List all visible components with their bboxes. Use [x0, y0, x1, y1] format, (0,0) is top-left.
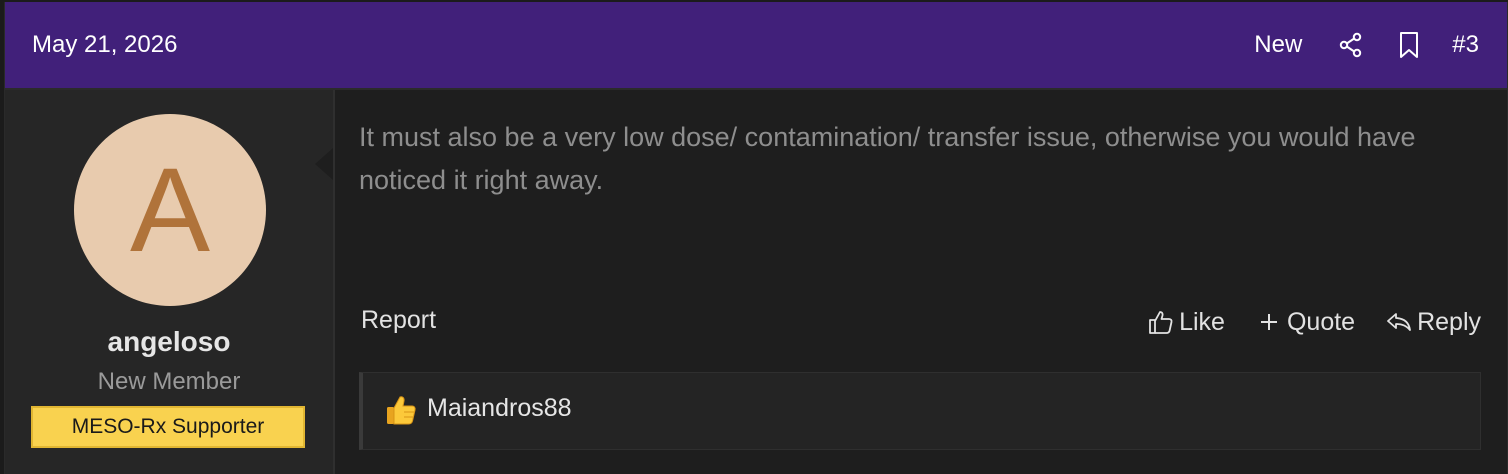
post-date[interactable]: May 21, 2026: [32, 30, 177, 60]
share-icon[interactable]: [1336, 30, 1366, 60]
thumbs-up-emoji-icon: [385, 393, 417, 427]
user-banner: MESO-Rx Supporter: [31, 406, 305, 448]
post-container: May 21, 2026 New #3 A angeloso New Membe…: [4, 2, 1508, 474]
username[interactable]: angeloso: [5, 326, 333, 358]
thumbs-up-icon: [1147, 308, 1175, 336]
user-title: New Member: [97, 368, 241, 395]
reply-arrow-icon: [1385, 308, 1413, 336]
message-arrow: [315, 148, 333, 180]
header-actions: New #3: [1254, 28, 1479, 62]
reply-button[interactable]: Reply: [1385, 308, 1481, 337]
avatar[interactable]: A: [74, 114, 266, 306]
post-action-bar: Report Like Quote Reply: [361, 302, 1481, 342]
like-label: Like: [1179, 307, 1225, 336]
post-header: May 21, 2026 New #3: [5, 2, 1507, 90]
new-indicator: New: [1254, 31, 1303, 58]
quote-label: Quote: [1286, 307, 1356, 336]
quote-button[interactable]: Quote: [1255, 308, 1355, 337]
bookmark-icon[interactable]: [1394, 30, 1424, 60]
avatar-letter: A: [129, 143, 211, 277]
reaction-users-link[interactable]: Maiandros88: [427, 394, 572, 423]
reactions-bar: Maiandros88: [359, 372, 1481, 450]
reply-label: Reply: [1417, 307, 1481, 336]
post-message: It must also be a very low dose/ contami…: [359, 122, 1416, 195]
plus-icon: [1255, 308, 1283, 336]
action-group: Like Quote Reply: [1117, 304, 1481, 340]
user-panel: A angeloso New Member MESO-Rx Supporter: [5, 90, 335, 474]
report-link[interactable]: Report: [361, 306, 436, 335]
like-button[interactable]: Like: [1147, 308, 1225, 337]
post-number-link[interactable]: #3: [1452, 30, 1479, 60]
